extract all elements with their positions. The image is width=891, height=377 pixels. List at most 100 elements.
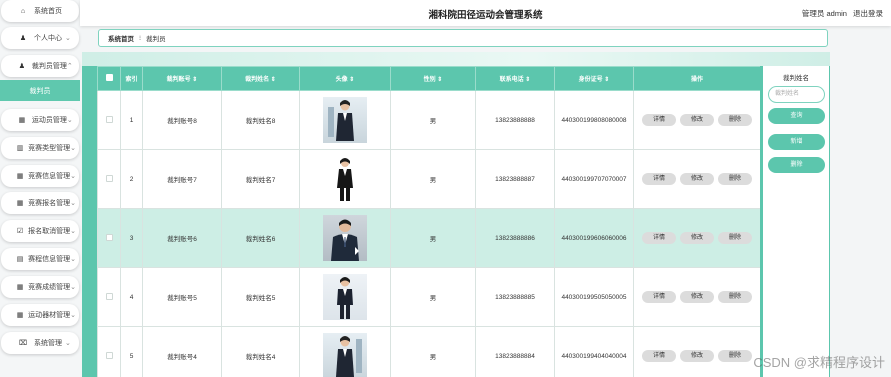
cell-actions: 详情 修改 删除 <box>633 149 760 209</box>
table-row[interactable]: 5 裁判账号4 裁判姓名4 男 13823888884 440300199404… <box>97 326 760 377</box>
grid-icon: ▦ <box>16 284 24 291</box>
row-select-cell[interactable] <box>97 208 121 268</box>
sidebar-item-referee-management[interactable]: ♟ 裁判员管理 ⌃ <box>1 55 79 77</box>
column-header[interactable]: 裁判姓名 ⇕ <box>221 66 300 91</box>
row-checkbox[interactable] <box>105 351 113 359</box>
table-header-row: 索引 裁判账号 ⇕ 裁判姓名 ⇕ 头像 ⇕ 性别 ⇕ 联系电话 ⇕ 身份证号 ⇕… <box>97 66 760 91</box>
sidebar-item-referee[interactable]: 裁判员 <box>0 80 80 101</box>
row-select-cell[interactable] <box>97 326 121 377</box>
table-row[interactable]: 1 裁判账号8 裁判姓名8 男 13823888888 440300199808… <box>97 90 760 150</box>
batch-delete-button[interactable]: 删除 <box>768 157 825 173</box>
chevron-down-icon: ⌄ <box>66 117 73 124</box>
column-header[interactable]: 性别 ⇕ <box>390 66 476 91</box>
cell-account: 裁判账号8 <box>142 90 222 150</box>
delete-button[interactable]: 删除 <box>718 291 752 303</box>
row-checkbox[interactable] <box>105 174 113 182</box>
delete-button[interactable]: 删除 <box>718 232 752 244</box>
delete-button[interactable]: 删除 <box>718 173 752 185</box>
referee-table-container: 索引 裁判账号 ⇕ 裁判姓名 ⇕ 头像 ⇕ 性别 ⇕ 联系电话 ⇕ 身份证号 ⇕… <box>97 66 760 377</box>
row-checkbox[interactable] <box>105 233 113 241</box>
cell-phone: 13823888887 <box>475 149 555 209</box>
referee-name-search-input[interactable]: 裁判姓名 <box>768 86 825 103</box>
person-photo-icon <box>337 277 353 319</box>
sidebar-item-athlete-management[interactable]: ▦ 运动员管理 ⌄ <box>1 109 79 131</box>
header-select-all[interactable] <box>97 66 121 91</box>
referee-table: 索引 裁判账号 ⇕ 裁判姓名 ⇕ 头像 ⇕ 性别 ⇕ 联系电话 ⇕ 身份证号 ⇕… <box>97 66 760 377</box>
cell-name: 裁判姓名7 <box>221 149 300 209</box>
row-select-cell[interactable] <box>97 90 121 150</box>
edit-button[interactable]: 修改 <box>680 232 714 244</box>
sidebar-item-equipment[interactable]: ▦ 运动器材管理 ⌄ <box>1 304 79 326</box>
sidebar-item-system[interactable]: ⌧ 系统管理 ⌄ <box>1 332 79 354</box>
column-header[interactable]: 联系电话 ⇕ <box>475 66 555 91</box>
cell-phone: 13823888885 <box>475 267 555 327</box>
user-area: 管理员 admin 退出登录 <box>798 8 883 19</box>
column-header[interactable]: 头像 ⇕ <box>299 66 391 91</box>
user-icon: ♟ <box>19 35 27 42</box>
table-row-highlighted[interactable]: 3 裁判账号6 裁判姓名6 男 13823888886 440300199606… <box>97 208 760 268</box>
search-panel-title: 裁判姓名 <box>783 75 809 82</box>
avatar[interactable] <box>323 333 367 377</box>
sidebar: ⌂ 系统首页 ♟ 个人中心 ⌄ ♟ 裁判员管理 ⌃ 裁判员 ▦ 运动员管理 ⌄ … <box>0 0 80 377</box>
sidebar-item-label: 竞赛信息管理 <box>28 173 71 180</box>
edit-button[interactable]: 修改 <box>680 173 714 185</box>
top-header: 湘科院田径运动会管理系统 管理员 admin 退出登录 <box>80 0 891 26</box>
breadcrumb-home[interactable]: 系统首页 <box>108 33 134 43</box>
sidebar-item-label: 赛程信息管理 <box>28 256 71 263</box>
avatar[interactable] <box>323 156 367 202</box>
grid-icon: ▦ <box>16 173 24 180</box>
sidebar-item-schedule[interactable]: ▤ 赛程信息管理 ⌄ <box>1 248 79 270</box>
sidebar-item-label: 竞赛类型管理 <box>28 145 71 152</box>
sidebar-item-competition-registration[interactable]: ▦ 竞赛报名管理 ⌄ <box>1 192 79 214</box>
sidebar-item-label: 个人中心 <box>34 35 62 42</box>
search-panel: 裁判姓名 裁判姓名 查询 新增 删除 <box>763 66 829 377</box>
sidebar-item-competition-type[interactable]: ▥ 竞赛类型管理 ⌄ <box>1 137 79 159</box>
chevron-down-icon: ⌄ <box>65 35 71 42</box>
search-button[interactable]: 查询 <box>768 108 825 124</box>
detail-button[interactable]: 详情 <box>642 114 676 126</box>
person-photo-icon <box>331 219 359 261</box>
cell-gender: 男 <box>390 149 476 209</box>
table-row[interactable]: 2 裁判账号7 裁判姓名7 男 13823888887 440300199707… <box>97 149 760 209</box>
edit-button[interactable]: 修改 <box>680 291 714 303</box>
add-button[interactable]: 新增 <box>768 134 825 150</box>
logout-link[interactable]: 退出登录 <box>853 9 883 18</box>
grid-icon: ▦ <box>18 117 26 124</box>
sidebar-item-personal-center[interactable]: ♟ 个人中心 ⌄ <box>1 27 79 49</box>
detail-button[interactable]: 详情 <box>642 291 676 303</box>
cell-account: 裁判账号7 <box>142 149 222 209</box>
cell-phone: 13823888888 <box>475 90 555 150</box>
avatar[interactable] <box>323 97 367 143</box>
detail-button[interactable]: 详情 <box>642 232 676 244</box>
row-select-cell[interactable] <box>97 149 121 209</box>
cell-phone: 13823888884 <box>475 326 555 377</box>
detail-button[interactable]: 详情 <box>642 350 676 362</box>
sidebar-item-competition-info[interactable]: ▦ 竞赛信息管理 ⌄ <box>1 165 79 187</box>
sidebar-item-home[interactable]: ⌂ 系统首页 <box>1 0 79 22</box>
cell-avatar <box>299 208 391 268</box>
select-all-checkbox[interactable] <box>105 74 113 81</box>
avatar[interactable] <box>323 215 367 261</box>
cell-id-number: 440300199404040004 <box>554 326 634 377</box>
row-checkbox[interactable] <box>105 292 113 300</box>
chevron-up-icon: ⌃ <box>66 63 73 70</box>
edit-button[interactable]: 修改 <box>680 114 714 126</box>
grid-icon: ▦ <box>16 312 24 319</box>
person-photo-icon <box>336 336 362 377</box>
avatar[interactable] <box>323 274 367 320</box>
cell-gender: 男 <box>390 90 476 150</box>
column-header[interactable]: 身份证号 ⇕ <box>554 66 634 91</box>
cell-gender: 男 <box>390 208 476 268</box>
column-header[interactable]: 裁判账号 ⇕ <box>142 66 222 91</box>
row-checkbox[interactable] <box>105 115 113 123</box>
delete-button[interactable]: 删除 <box>718 350 752 362</box>
sidebar-item-registration-cancel[interactable]: ☑ 报名取消管理 ⌄ <box>1 220 79 242</box>
cell-name: 裁判姓名4 <box>221 326 300 377</box>
row-select-cell[interactable] <box>97 267 121 327</box>
edit-button[interactable]: 修改 <box>680 350 714 362</box>
sidebar-item-results[interactable]: ▦ 竞赛成绩管理 ⌄ <box>1 276 79 298</box>
delete-button[interactable]: 删除 <box>718 114 752 126</box>
detail-button[interactable]: 详情 <box>642 173 676 185</box>
table-row[interactable]: 4 裁判账号5 裁判姓名5 男 13823888885 440300199505… <box>97 267 760 327</box>
cell-index: 3 <box>120 208 143 268</box>
